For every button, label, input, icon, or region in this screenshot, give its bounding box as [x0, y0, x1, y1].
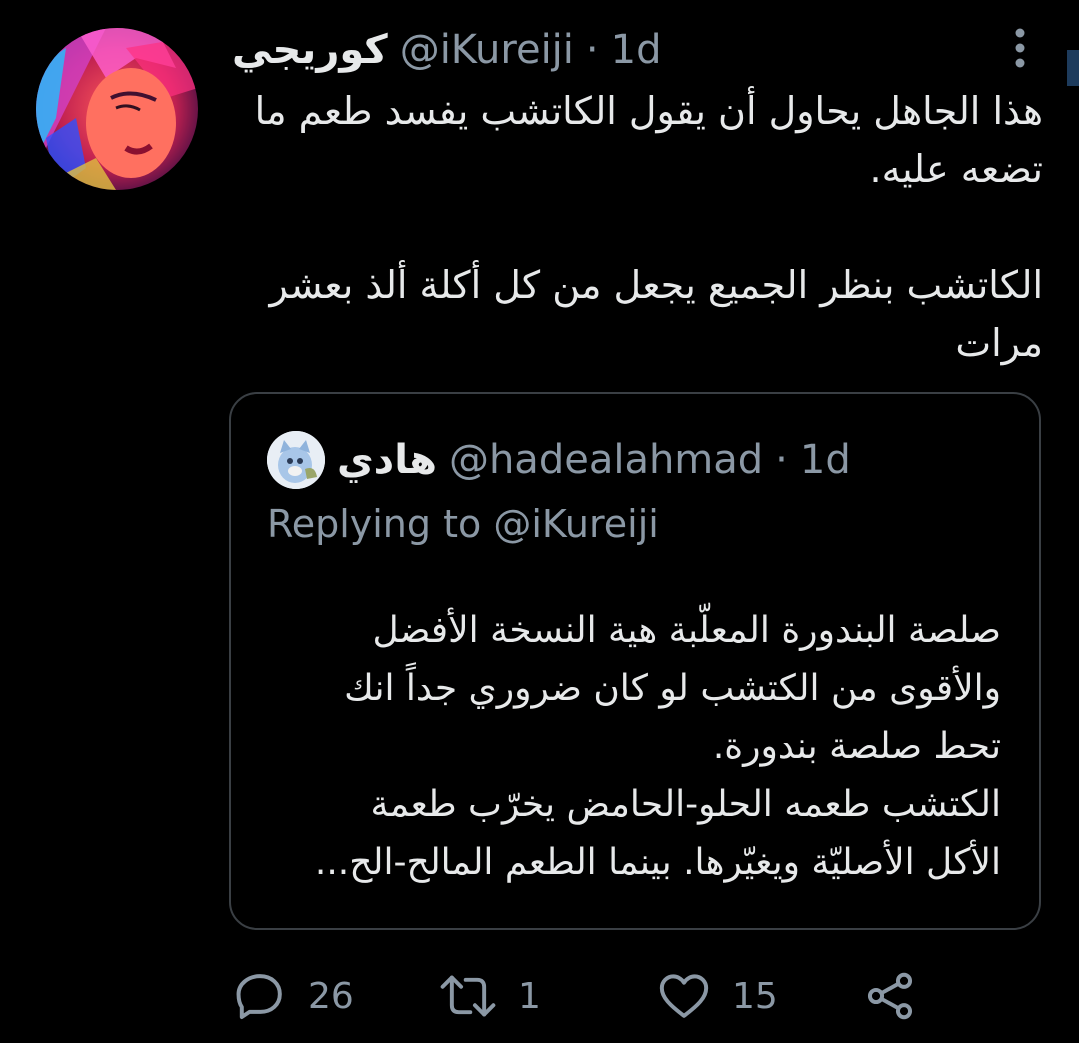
retweet-count: 1: [518, 975, 541, 1017]
replying-to-label: Replying to: [267, 502, 482, 546]
like-button[interactable]: 15: [656, 966, 778, 1026]
reply-button[interactable]: 26: [232, 966, 354, 1026]
replying-to-line: Replying to @iKureiji: [267, 502, 659, 546]
quoted-author-handle[interactable]: @hadealahmad: [449, 437, 763, 483]
quoted-tweet-paragraph: صلصة البندورة المعلّبة هية النسخة الأفضل…: [344, 610, 1001, 767]
tweet-body: هذا الجاهل يحاول أن يقول الكاتشب يفسد طع…: [253, 82, 1043, 372]
tweet-paragraph: هذا الجاهل يحاول أن يقول الكاتشب يفسد طع…: [254, 89, 1043, 191]
more-vertical-icon[interactable]: [1008, 26, 1032, 70]
separator-dot: ·: [585, 27, 599, 73]
reply-count: 26: [308, 975, 354, 1017]
heart-icon: [656, 968, 712, 1024]
tweet-timestamp[interactable]: 1d: [611, 27, 662, 73]
share-button[interactable]: [862, 966, 918, 1026]
quoted-author-avatar: [267, 431, 325, 489]
author-avatar[interactable]: [36, 28, 198, 190]
separator-dot: ·: [775, 437, 788, 483]
author-display-name[interactable]: كوريجي: [232, 27, 388, 73]
author-handle[interactable]: @iKureiji: [400, 27, 574, 73]
replying-to-mention[interactable]: @iKureiji: [493, 502, 659, 546]
share-icon: [862, 968, 918, 1024]
quoted-tweet-timestamp[interactable]: 1d: [800, 437, 851, 483]
retweet-icon: [438, 968, 498, 1024]
quoted-tweet-body: صلصة البندورة المعلّبة هية النسخة الأفضل…: [301, 602, 1001, 892]
retweet-button[interactable]: 1: [438, 966, 541, 1026]
reply-icon: [232, 968, 288, 1024]
quoted-tweet-paragraph: الكتشب طعمه الحلو-الحامض يخرّب طعمة الأك…: [314, 784, 1001, 883]
tweet-action-bar: 26 1 15: [232, 966, 932, 1026]
quoted-author-display-name[interactable]: هادي: [337, 437, 437, 483]
author-avatar-image: [36, 28, 198, 190]
tweet-header: كوريجي @iKureiji · 1d: [232, 20, 661, 80]
quoted-tweet-card[interactable]: هادي @hadealahmad · 1d Replying to @iKur…: [229, 392, 1041, 930]
quoted-tweet-header: هادي @hadealahmad · 1d: [267, 430, 851, 490]
edge-indicator: [1067, 50, 1079, 86]
like-count: 15: [732, 975, 778, 1017]
tweet-paragraph: الكاتشب بنظر الجميع يجعل من كل أكلة ألذ …: [269, 263, 1043, 365]
